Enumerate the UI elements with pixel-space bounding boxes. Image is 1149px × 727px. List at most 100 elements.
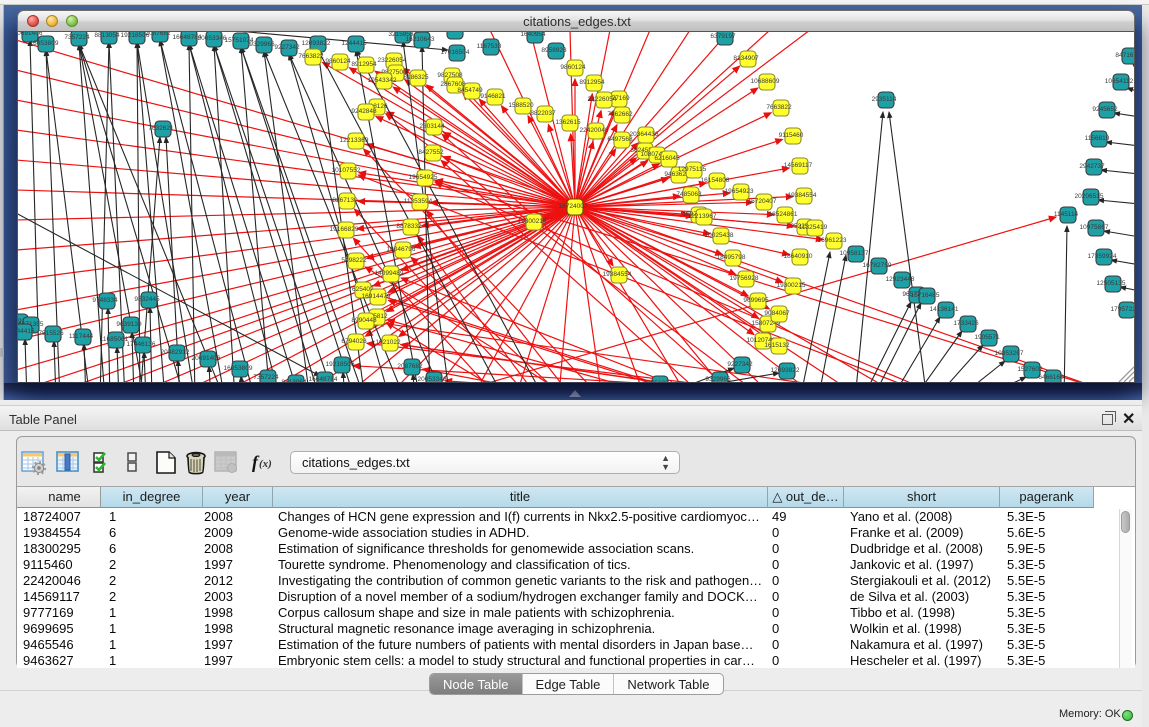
svg-text:9245652: 9245652 (1092, 106, 1118, 113)
svg-text:20053346: 20053346 (418, 376, 447, 382)
svg-text:20482912: 20482912 (161, 349, 190, 356)
svg-text:8454749: 8454749 (457, 87, 483, 94)
svg-text:20364436: 20364436 (630, 131, 659, 138)
svg-text:10025438: 10025438 (705, 232, 734, 239)
svg-text:7632621: 7632621 (148, 125, 174, 132)
svg-text:16914479: 16914479 (362, 293, 391, 300)
svg-text:9329966: 9329966 (705, 376, 731, 382)
svg-text:1362615: 1362615 (555, 119, 581, 126)
svg-text:8186325: 8186325 (403, 74, 429, 81)
svg-text:2935114: 2935114 (872, 96, 897, 103)
svg-text:13692971: 13692971 (439, 32, 468, 34)
svg-text:9084067: 9084067 (764, 310, 790, 317)
svg-text:20691406: 20691406 (18, 32, 43, 37)
svg-text:10543342: 10543342 (368, 77, 397, 84)
svg-text:7663822: 7663822 (298, 53, 324, 60)
svg-text:16053809: 16053809 (224, 365, 253, 372)
svg-text:10688609: 10688609 (751, 78, 780, 85)
svg-text:1615132: 1615132 (764, 342, 790, 349)
svg-text:23226054: 23226054 (378, 57, 407, 64)
svg-text:17359924: 17359924 (1088, 253, 1117, 260)
svg-text:9242848: 9242848 (351, 108, 377, 115)
svg-text:16154808: 16154808 (701, 177, 730, 184)
svg-text:17446136: 17446136 (127, 341, 156, 348)
svg-text:19654923: 19654923 (725, 188, 754, 195)
svg-text:2942737: 2942737 (1079, 163, 1105, 170)
svg-text:6794028: 6794028 (341, 338, 367, 345)
svg-text:2087682: 2087682 (145, 32, 171, 37)
svg-text:1156819: 1156819 (1085, 135, 1110, 142)
svg-text:6379197: 6379197 (710, 33, 736, 40)
svg-text:1905571: 1905571 (974, 334, 1000, 341)
svg-text:12093822: 12093822 (302, 40, 331, 47)
svg-text:12923448: 12923448 (886, 276, 915, 283)
svg-text:7515526: 7515526 (38, 330, 64, 337)
svg-text:12505135: 12505135 (1097, 280, 1126, 287)
svg-text:6216045: 6216045 (654, 155, 680, 162)
svg-text:16648784: 16648784 (309, 376, 338, 382)
svg-text:9115460: 9115460 (779, 132, 804, 139)
svg-text:6466160: 6466160 (1038, 374, 1064, 381)
svg-text:2803144: 2803144 (419, 123, 445, 130)
svg-text:23226054: 23226054 (588, 96, 617, 103)
svg-text:14136141: 14136141 (930, 306, 959, 313)
svg-text:14099489: 14099489 (375, 270, 404, 277)
svg-text:1145114: 1145114 (1054, 211, 1079, 218)
svg-text:15720407: 15720407 (748, 198, 777, 205)
svg-text:1167533: 1167533 (477, 43, 502, 50)
svg-text:12213369: 12213369 (340, 137, 369, 144)
svg-text:15751074: 15751074 (644, 380, 673, 382)
svg-text:8878332: 8878332 (396, 223, 422, 230)
svg-text:9832445: 9832445 (134, 296, 160, 303)
svg-text:19300215: 19300215 (777, 282, 806, 289)
svg-text:10975867: 10975867 (1080, 224, 1109, 231)
svg-text:9227342: 9227342 (274, 44, 300, 51)
svg-text:10853267: 10853267 (995, 350, 1024, 357)
svg-text:11325419: 11325419 (799, 224, 828, 231)
svg-text:1588520: 1588520 (508, 102, 534, 109)
svg-text:1640954: 1640954 (520, 32, 546, 38)
svg-text:22420046: 22420046 (580, 127, 609, 134)
svg-text:7357224: 7357224 (64, 34, 90, 41)
svg-text:(x): (x) (259, 458, 272, 470)
svg-text:19166829: 19166829 (330, 226, 359, 233)
svg-text:7462662: 7462662 (607, 111, 633, 118)
svg-text:8990448: 8990448 (351, 317, 377, 324)
svg-text:17957225: 17957225 (1111, 306, 1134, 313)
svg-text:20053346: 20053346 (198, 35, 227, 42)
svg-text:16782759: 16782759 (863, 262, 892, 269)
svg-text:10958137: 10958137 (840, 250, 869, 257)
svg-text:20691406: 20691406 (192, 355, 221, 362)
svg-text:19384554: 19384554 (603, 271, 632, 278)
svg-text:2087682: 2087682 (397, 363, 423, 370)
svg-text:9639139: 9639139 (116, 321, 142, 328)
svg-text:9146821: 9146821 (480, 93, 506, 100)
svg-text:8912954: 8912954 (579, 79, 605, 86)
svg-text:12213967: 12213967 (688, 213, 717, 220)
svg-text:12093822: 12093822 (771, 367, 800, 374)
svg-text:16210643: 16210643 (406, 36, 435, 43)
svg-text:1244415: 1244415 (341, 40, 367, 47)
svg-text:16961223: 16961223 (818, 237, 847, 244)
svg-text:8813054: 8813054 (281, 379, 307, 382)
svg-text:10107552: 10107552 (332, 167, 361, 174)
svg-text:18640910: 18640910 (784, 253, 813, 260)
svg-text:19384554: 19384554 (788, 192, 817, 199)
svg-text:10654112: 10654112 (1105, 78, 1134, 85)
svg-text:12975115: 12975115 (678, 166, 707, 173)
svg-text:1244415: 1244415 (18, 328, 35, 335)
svg-text:8134907: 8134907 (733, 55, 759, 62)
svg-text:18724007: 18724007 (559, 203, 588, 210)
svg-text:19654925: 19654925 (409, 174, 438, 181)
svg-text:19218506: 19218506 (326, 361, 355, 368)
svg-text:17016504: 17016504 (441, 49, 470, 56)
svg-text:1621022: 1621022 (375, 339, 401, 346)
svg-text:8822037: 8822037 (530, 110, 556, 117)
svg-text:8813054: 8813054 (94, 32, 120, 39)
svg-text:16053809: 16053809 (30, 40, 59, 47)
svg-text:7485063: 7485063 (676, 191, 702, 198)
svg-text:11353594: 11353594 (404, 198, 433, 205)
svg-text:7663822: 7663822 (766, 104, 792, 111)
svg-text:18524861: 18524861 (769, 211, 798, 218)
svg-text:7357224: 7357224 (253, 374, 279, 381)
